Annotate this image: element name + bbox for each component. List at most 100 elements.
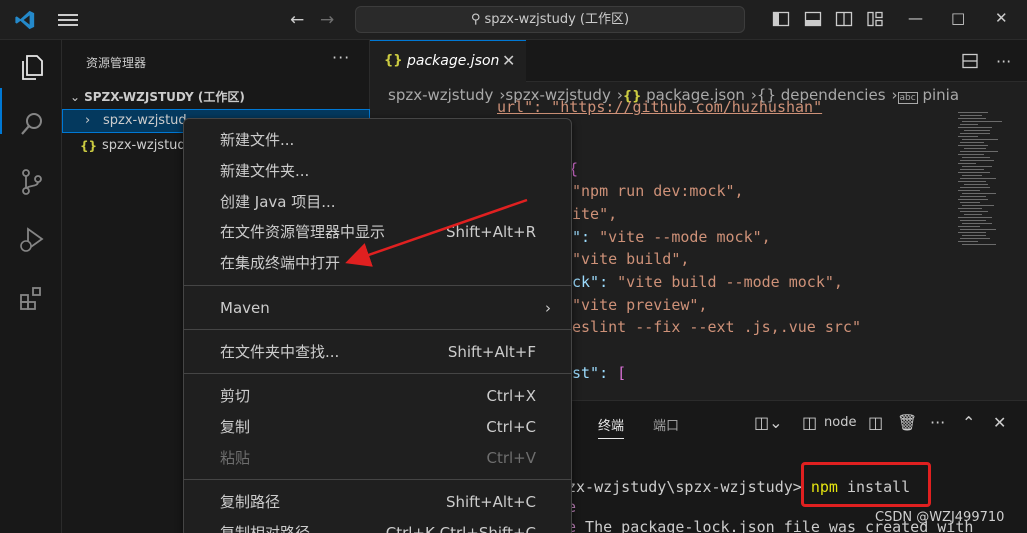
- search-view-icon[interactable]: [17, 109, 47, 139]
- chevron-right-icon: ›: [85, 113, 91, 128]
- minimap-line: [962, 139, 998, 140]
- terminal-icon: ◫: [802, 413, 818, 432]
- menu-item-new-folder[interactable]: 新建文件夹...: [184, 156, 571, 187]
- menu-item-copy-relative-path[interactable]: 复制相对路径 Ctrl+K Ctrl+Shift+C: [184, 518, 571, 533]
- minimap-line: [964, 130, 990, 131]
- context-menu: 新建文件... 新建文件夹... 创建 Java 项目... 在文件资源管理器中…: [183, 118, 572, 533]
- minimap-line: [958, 208, 982, 209]
- more-actions-icon[interactable]: ···: [332, 48, 350, 67]
- new-terminal-split-icon[interactable]: ◫⌄: [754, 413, 783, 432]
- breadcrumb-item[interactable]: pinia: [922, 86, 959, 104]
- menu-item-create-java-project[interactable]: 创建 Java 项目...: [184, 187, 571, 218]
- editor-more-icon[interactable]: ···: [996, 52, 1011, 71]
- split-terminal-icon[interactable]: ◫: [868, 413, 883, 432]
- workspace-header[interactable]: ⌄ SPZX-WZJSTUDY (工作区): [70, 88, 245, 105]
- json-file-icon: {}: [384, 53, 403, 68]
- tab-terminal[interactable]: 终端: [598, 415, 625, 439]
- run-debug-icon[interactable]: [17, 225, 47, 255]
- minimap-line: [958, 154, 984, 155]
- menu-item-new-file[interactable]: 新建文件...: [184, 125, 571, 156]
- menu-item-copy-path[interactable]: 复制路径 Shift+Alt+C: [184, 487, 571, 518]
- minimap-line: [958, 241, 978, 242]
- menu-item-label: Maven: [220, 299, 270, 317]
- code-value: "vite build --mode mock",: [617, 273, 843, 291]
- tree-item-label: spzx-wzjstud: [103, 113, 187, 128]
- minimap-line: [960, 202, 980, 203]
- minimap-line: [958, 145, 988, 146]
- chevron-down-icon: ⌄: [70, 90, 81, 104]
- terminal-name[interactable]: node: [824, 415, 856, 430]
- minimap-line: [958, 199, 988, 200]
- breadcrumb-separator-icon: ›: [891, 86, 898, 104]
- toggle-panel-icon[interactable]: [804, 10, 822, 28]
- code-key: ":: [572, 228, 600, 246]
- command-center-search[interactable]: ⚲ spzx-wzjstudy (工作区): [355, 6, 745, 33]
- minimize-icon[interactable]: —: [908, 9, 923, 27]
- menu-item-shortcut: Ctrl+K Ctrl+Shift+C: [385, 524, 536, 533]
- tree-item-label: spzx-wzjstud: [102, 138, 186, 153]
- menu-item-shortcut: Shift+Alt+R: [446, 223, 536, 241]
- code-bracket: [: [617, 364, 627, 382]
- menu-item-copy[interactable]: 复制 Ctrl+C: [184, 412, 571, 443]
- hamburger-menu-icon[interactable]: [58, 11, 78, 29]
- explorer-icon[interactable]: [17, 52, 47, 82]
- customize-layout-icon[interactable]: [866, 10, 884, 28]
- trash-icon[interactable]: 🗑: [897, 413, 917, 432]
- title-bar: ← → ⚲ spzx-wzjstudy (工作区) — □ ✕: [0, 0, 1027, 40]
- close-panel-icon[interactable]: ✕: [993, 413, 1006, 432]
- menu-item-reveal-in-explorer[interactable]: 在文件资源管理器中显示 Shift+Alt+R: [184, 217, 571, 248]
- menu-item-label: 在文件资源管理器中显示: [220, 223, 386, 241]
- code-line: eslint --fix --ext .js,.vue src": [572, 318, 861, 336]
- menu-item-label: 在文件夹中查找...: [220, 343, 340, 361]
- minimap-line: [962, 223, 992, 224]
- back-arrow-icon[interactable]: ←: [290, 10, 304, 30]
- minimap-line: [958, 118, 986, 119]
- minimap-line: [964, 214, 982, 215]
- breadcrumb-item[interactable]: spzx-wzjstudy: [388, 86, 493, 104]
- menu-item-open-in-terminal[interactable]: 在集成终端中打开: [184, 248, 571, 279]
- close-window-icon[interactable]: ✕: [995, 9, 1008, 27]
- split-editor-icon[interactable]: [961, 52, 979, 70]
- forward-arrow-icon[interactable]: →: [320, 10, 334, 30]
- tab-ports[interactable]: 端口: [653, 415, 679, 434]
- menu-item-maven[interactable]: Maven ›: [184, 293, 571, 324]
- minimap-line: [960, 229, 996, 230]
- code-line: url": "https://github.com/huzhushan": [497, 98, 823, 116]
- menu-item-label: 粘贴: [220, 449, 251, 467]
- menu-item-label: 复制相对路径: [220, 524, 311, 533]
- minimap-line: [960, 211, 988, 212]
- minimap-line: [962, 205, 994, 206]
- source-control-icon[interactable]: [17, 167, 47, 197]
- minimap-line: [962, 157, 990, 158]
- menu-item-cut[interactable]: 剪切 Ctrl+X: [184, 381, 571, 412]
- minimap-line: [960, 133, 990, 134]
- minimap-line: [958, 181, 986, 182]
- menu-item-shortcut: Ctrl+C: [486, 418, 536, 436]
- minimap-line: [960, 160, 994, 161]
- minimap-line: [960, 142, 984, 143]
- extensions-icon[interactable]: [17, 283, 47, 313]
- panel-more-icon[interactable]: ···: [930, 413, 945, 432]
- minimap-line: [958, 190, 980, 191]
- search-label: spzx-wzjstudy (工作区): [484, 12, 630, 27]
- minimap-line: [960, 220, 986, 221]
- close-tab-icon[interactable]: ✕: [502, 51, 515, 70]
- menu-separator: [184, 285, 571, 286]
- tab-package-json[interactable]: {} package.json ✕: [370, 40, 526, 82]
- menu-item-label: 在集成终端中打开: [220, 254, 341, 272]
- maximize-icon[interactable]: □: [951, 9, 965, 27]
- menu-item-label: 新建文件...: [220, 131, 295, 149]
- menu-item-find-in-folder[interactable]: 在文件夹中查找... Shift+Alt+F: [184, 337, 571, 368]
- code-line: "vite preview",: [572, 296, 708, 314]
- minimap-line: [964, 148, 986, 149]
- minimap-line: [962, 166, 992, 167]
- active-indicator: [0, 88, 2, 134]
- menu-separator: [184, 373, 571, 374]
- chevron-right-icon: ›: [545, 299, 551, 317]
- chevron-up-icon[interactable]: ⌃: [962, 413, 975, 432]
- minimap[interactable]: [950, 108, 1027, 400]
- toggle-secondary-sidebar-icon[interactable]: [835, 10, 853, 28]
- code-key: st":: [572, 364, 618, 382]
- workspace-label: SPZX-WZJSTUDY (工作区): [84, 90, 245, 104]
- toggle-primary-sidebar-icon[interactable]: [772, 10, 790, 28]
